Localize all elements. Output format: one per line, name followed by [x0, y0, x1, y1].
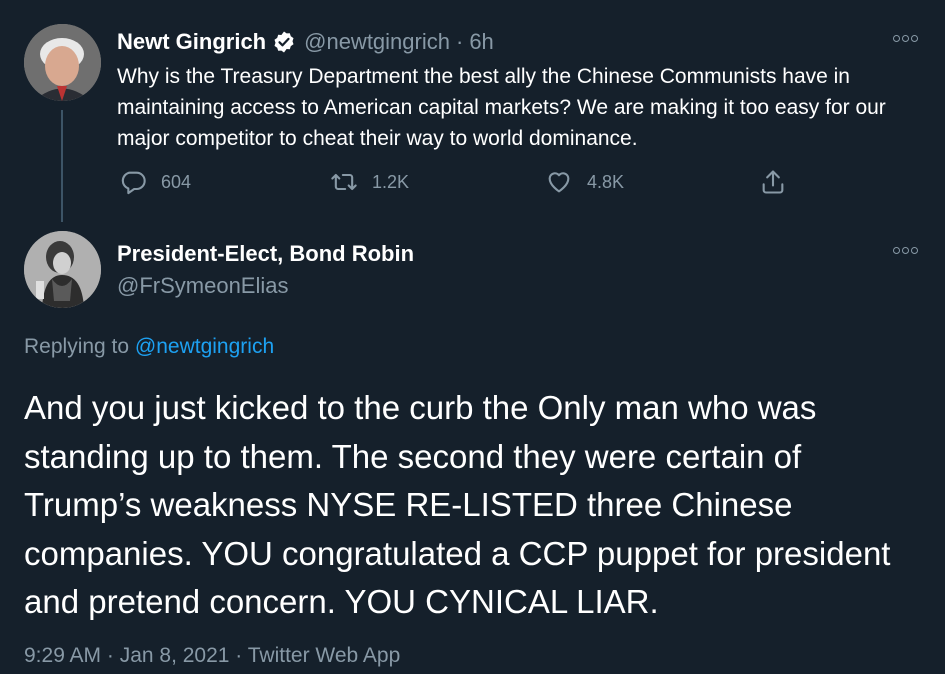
share-icon: [762, 170, 784, 194]
original-tweet-header: Newt Gingrich @newtgingrich · 6h: [117, 29, 494, 55]
share-button[interactable]: [759, 168, 801, 196]
reply-author-handle-row: @FrSymeonElias: [117, 273, 289, 299]
reply-tweet-text: And you just kicked to the curb the Only…: [24, 389, 891, 620]
author-handle[interactable]: @newtgingrich: [304, 29, 450, 55]
tweet-time[interactable]: 6h: [469, 29, 493, 55]
reply-more-icon[interactable]: [893, 247, 918, 254]
original-tweet-text: Why is the Treasury Department the best …: [117, 65, 886, 150]
reply-author-avatar[interactable]: [24, 231, 101, 308]
newt-gingrich-avatar[interactable]: [24, 24, 101, 101]
retweet-button[interactable]: 1.2K: [330, 168, 409, 196]
reply-author-name[interactable]: President-Elect, Bond Robin: [117, 241, 414, 267]
replying-to-handle-link[interactable]: @newtgingrich: [135, 335, 274, 358]
heart-icon: [548, 172, 570, 193]
reply-author-handle[interactable]: @FrSymeonElias: [117, 273, 289, 299]
verified-badge-icon: [272, 30, 296, 54]
reply-count: 604: [161, 171, 192, 192]
like-button[interactable]: 4.8K: [545, 168, 624, 196]
author-name[interactable]: Newt Gingrich: [117, 29, 266, 55]
tweet-actions: 604 1.2K 4.8K: [117, 168, 797, 200]
more-icon[interactable]: [893, 35, 918, 42]
replying-to-prefix: Replying to: [24, 335, 130, 358]
reply-timestamp[interactable]: 9:29 AM · Jan 8, 2021 · Twitter Web App: [24, 644, 400, 668]
like-count: 4.8K: [587, 171, 625, 192]
replying-to-line: Replying to @newtgingrich: [24, 335, 274, 359]
reply-author-name-row: President-Elect, Bond Robin: [117, 241, 414, 267]
retweet-count: 1.2K: [372, 171, 410, 192]
reply-button[interactable]: 604: [119, 168, 191, 196]
reply-icon: [121, 171, 146, 195]
thread-connector-line: [61, 110, 63, 222]
separator-dot: ·: [455, 29, 464, 54]
retweet-icon: [331, 173, 357, 191]
